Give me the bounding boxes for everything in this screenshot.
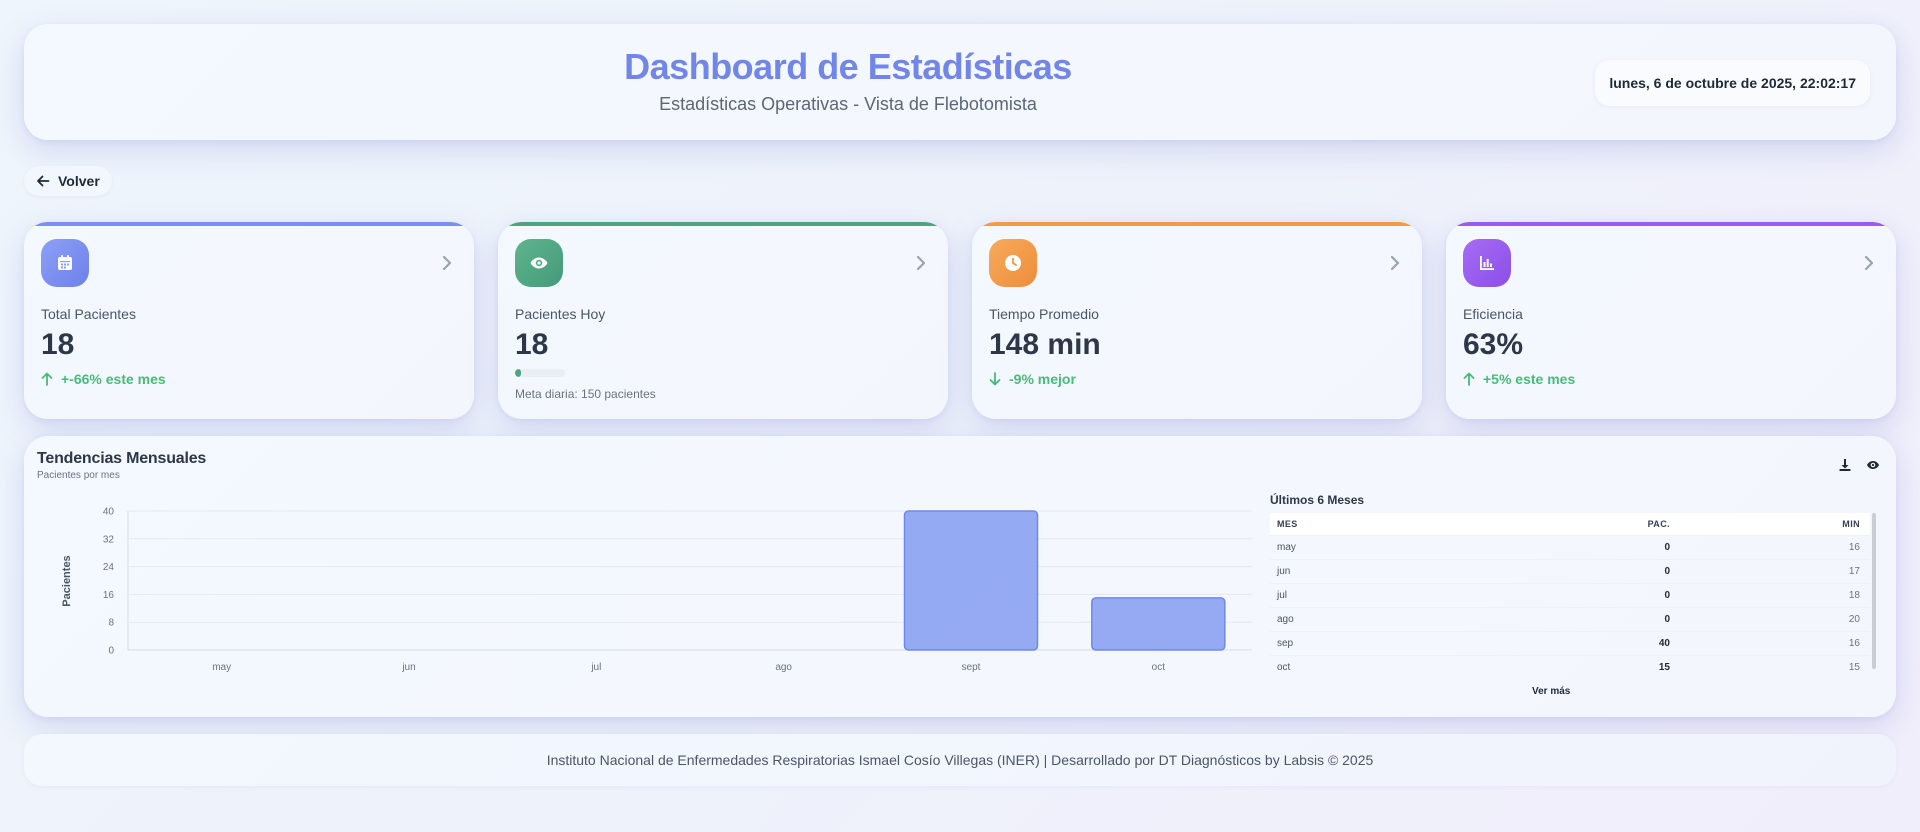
table-row: may 0 16 bbox=[1270, 534, 1870, 559]
arrow-up-icon bbox=[1463, 372, 1475, 386]
last-months-table: Mes Pac. Min may 0 16 jun 0 17 jul 0 18 ago 0 20… bbox=[1270, 513, 1876, 685]
stat-trend-text: -9% mejor bbox=[1009, 371, 1076, 387]
stat-card-eficiencia[interactable]: Eficiencia 63% +5% este mes bbox=[1446, 222, 1896, 419]
arrow-left-icon bbox=[37, 175, 50, 187]
daily-goal-text: Meta diaria: 150 pacientes bbox=[515, 387, 656, 401]
download-icon[interactable] bbox=[1838, 458, 1852, 472]
back-button[interactable]: Volver bbox=[24, 166, 112, 196]
chevron-right-icon[interactable] bbox=[912, 254, 930, 272]
cell-month: ago bbox=[1270, 606, 1470, 631]
table-title: Últimos 6 Meses bbox=[1270, 493, 1365, 507]
bar-chart-icon bbox=[1463, 239, 1511, 287]
stat-trend: -9% mejor bbox=[989, 371, 1076, 387]
cell-patients: 0 bbox=[1470, 582, 1670, 607]
x-tick-label: jun bbox=[401, 662, 415, 673]
x-tick-label: ago bbox=[775, 662, 792, 673]
y-tick-label: 40 bbox=[103, 507, 115, 518]
daily-goal-progress-bar bbox=[515, 369, 565, 377]
cell-minutes: 15 bbox=[1670, 654, 1870, 679]
monthly-trends-panel: Tendencias Mensuales Pacientes por mes 0… bbox=[24, 436, 1896, 717]
chevron-right-icon[interactable] bbox=[1386, 254, 1404, 272]
x-tick-label: may bbox=[212, 662, 231, 673]
y-tick-label: 24 bbox=[103, 562, 115, 573]
table-header-row: Mes Pac. Min bbox=[1270, 513, 1870, 535]
stat-label: Tiempo Promedio bbox=[989, 306, 1099, 322]
monthly-patients-bar-chart: 0 8 16 24 32 40 may jun jul ago sept oct Pacientes bbox=[61, 507, 1252, 673]
card-accent-bar bbox=[1446, 222, 1896, 226]
table-row: oct 15 15 bbox=[1270, 654, 1870, 679]
table-row: ago 0 20 bbox=[1270, 606, 1870, 631]
see-more-link[interactable]: Ver más bbox=[1532, 686, 1570, 697]
cell-patients: 0 bbox=[1470, 558, 1670, 583]
panel-actions bbox=[1838, 458, 1880, 472]
page-subtitle: Estadísticas Operativas - Vista de Flebo… bbox=[659, 94, 1037, 114]
card-accent-bar bbox=[24, 222, 474, 226]
stat-value: 148 min bbox=[989, 328, 1101, 361]
x-tick-label: oct bbox=[1152, 662, 1166, 673]
cell-patients: 40 bbox=[1470, 630, 1670, 655]
cell-minutes: 17 bbox=[1670, 558, 1870, 583]
cell-minutes: 16 bbox=[1670, 630, 1870, 655]
stat-trend: +5% este mes bbox=[1463, 371, 1575, 387]
calendar-icon bbox=[41, 239, 89, 287]
page-footer: Instituto Nacional de Enfermedades Respi… bbox=[24, 734, 1896, 786]
cell-minutes: 20 bbox=[1670, 606, 1870, 631]
y-tick-label: 16 bbox=[103, 590, 115, 601]
footer-text: Instituto Nacional de Enfermedades Respi… bbox=[546, 752, 1374, 768]
bar-sept[interactable] bbox=[903, 510, 1039, 651]
column-header-pac: Pac. bbox=[1470, 513, 1670, 535]
stat-label: Eficiencia bbox=[1463, 306, 1523, 322]
progress-fill bbox=[515, 369, 521, 377]
stat-value: 63% bbox=[1463, 328, 1524, 361]
column-header-min: Min bbox=[1670, 513, 1870, 535]
chevron-right-icon[interactable] bbox=[438, 254, 456, 272]
table-scrollbar[interactable] bbox=[1872, 513, 1876, 669]
x-tick-label: jul bbox=[590, 662, 601, 673]
column-header-mes: Mes bbox=[1270, 513, 1470, 535]
back-button-label: Volver bbox=[58, 173, 100, 189]
stat-value: 18 bbox=[41, 328, 75, 361]
stat-trend-text: +5% este mes bbox=[1483, 371, 1576, 387]
stat-trend: +-66% este mes bbox=[41, 371, 166, 387]
cell-month: may bbox=[1270, 534, 1470, 559]
page-header: Dashboard de Estadísticas Estadísticas O… bbox=[24, 24, 1896, 140]
y-tick-label: 32 bbox=[103, 534, 115, 545]
y-tick-label: 0 bbox=[108, 646, 114, 657]
cell-month: oct bbox=[1270, 654, 1470, 679]
stat-value: 18 bbox=[515, 328, 549, 361]
x-tick-label: sept bbox=[962, 662, 981, 673]
stat-card-total-pacientes[interactable]: Total Pacientes 18 +-66% este mes bbox=[24, 222, 474, 419]
cell-minutes: 16 bbox=[1670, 534, 1870, 559]
stat-label: Pacientes Hoy bbox=[515, 306, 606, 322]
arrow-up-icon bbox=[41, 372, 53, 386]
stat-card-tiempo-promedio[interactable]: Tiempo Promedio 148 min -9% mejor bbox=[972, 222, 1422, 419]
cell-patients: 0 bbox=[1470, 534, 1670, 559]
chevron-right-icon[interactable] bbox=[1860, 254, 1878, 272]
card-accent-bar bbox=[498, 222, 948, 226]
eye-icon bbox=[515, 239, 563, 287]
cell-month: sep bbox=[1270, 630, 1470, 655]
bar-oct[interactable] bbox=[1091, 597, 1226, 651]
cell-patients: 0 bbox=[1470, 606, 1670, 631]
card-accent-bar bbox=[972, 222, 1422, 226]
table-row: sep 40 16 bbox=[1270, 630, 1870, 655]
current-datetime: lunes, 6 de octubre de 2025, 22:02:17 bbox=[1595, 60, 1870, 106]
y-tick-label: 8 bbox=[108, 618, 114, 629]
table-row: jun 0 17 bbox=[1270, 558, 1870, 583]
page-title: Dashboard de Estadísticas bbox=[624, 46, 1072, 87]
clock-icon bbox=[989, 239, 1037, 287]
stat-card-pacientes-hoy[interactable]: Pacientes Hoy 18 Meta diaria: 150 pacien… bbox=[498, 222, 948, 419]
arrow-down-icon bbox=[989, 372, 1001, 386]
stat-label: Total Pacientes bbox=[41, 306, 136, 322]
cell-month: jun bbox=[1270, 558, 1470, 583]
cell-minutes: 18 bbox=[1670, 582, 1870, 607]
table-row: jul 0 18 bbox=[1270, 582, 1870, 607]
cell-month: jul bbox=[1270, 582, 1470, 607]
eye-icon[interactable] bbox=[1866, 458, 1880, 472]
stat-trend-text: +-66% este mes bbox=[61, 371, 166, 387]
y-axis-label: Pacientes bbox=[61, 555, 73, 606]
cell-patients: 15 bbox=[1470, 654, 1670, 679]
